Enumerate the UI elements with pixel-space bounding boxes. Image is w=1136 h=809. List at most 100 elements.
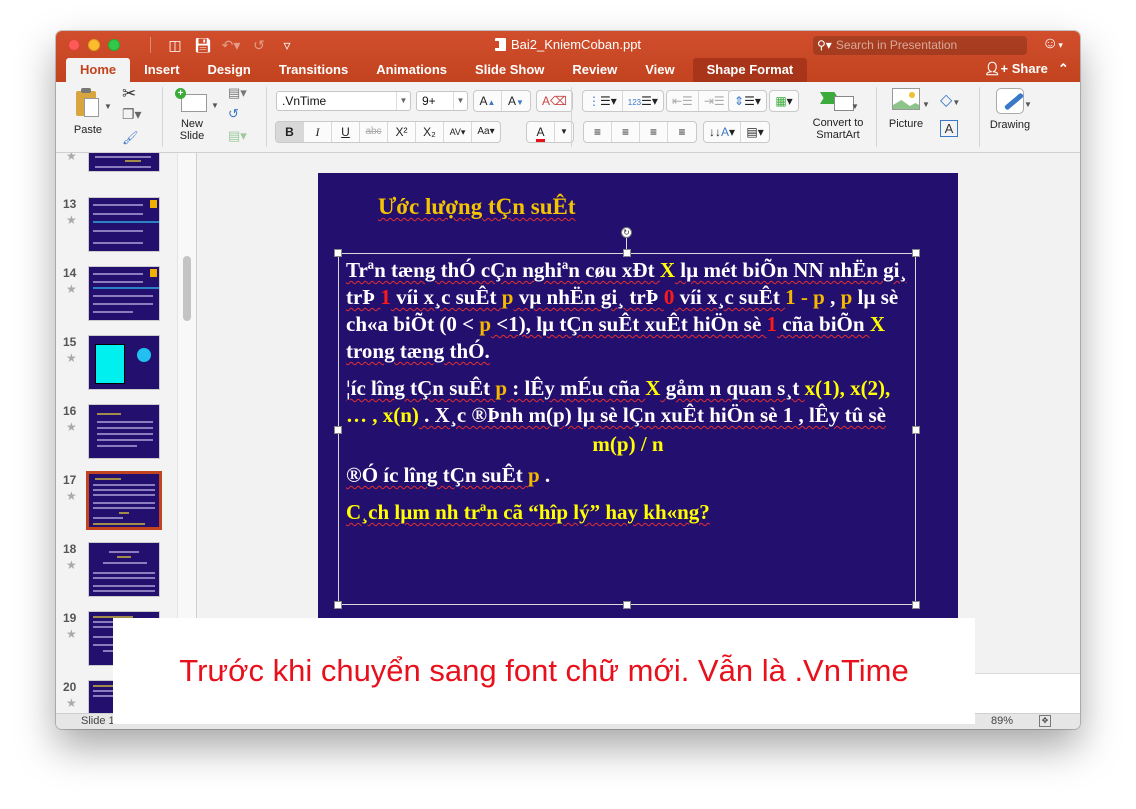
maximize-window-button[interactable] xyxy=(108,39,120,51)
drawing-button[interactable]: Drawing xyxy=(985,88,1035,131)
font-name-select[interactable]: .VnTime ▼ xyxy=(276,91,411,111)
toggle-sidebar-icon[interactable]: ◫ xyxy=(163,36,187,54)
feedback-smiley-icon[interactable]: ☺▾ xyxy=(1042,35,1063,53)
slide-thumbnail-15[interactable]: 15 ★ xyxy=(56,335,177,395)
text-run: ¦íc l­îng tÇn suÊt xyxy=(346,376,496,400)
decrease-font-size-button[interactable]: A▼ xyxy=(502,91,530,111)
close-window-button[interactable] xyxy=(68,39,80,51)
tab-review[interactable]: Review xyxy=(558,58,631,82)
character-spacing-label: AV xyxy=(449,127,461,137)
font-size-select[interactable]: 9+ ▼ xyxy=(416,91,468,111)
text-direction-button[interactable]: ↓↓A▾ xyxy=(704,122,742,142)
slide-thumbnail-13[interactable]: 13 ★ xyxy=(56,197,177,257)
line-spacing-button[interactable]: ⇕☰▾ xyxy=(729,91,766,111)
increase-indent-button[interactable]: ⇥☰ xyxy=(699,91,730,111)
resize-handle[interactable] xyxy=(912,601,920,609)
text-box-icon[interactable]: A xyxy=(940,120,958,137)
increase-font-size-button[interactable]: A▲ xyxy=(474,91,502,111)
new-slide-arrow[interactable]: ▼ xyxy=(211,101,219,110)
tab-slide-show[interactable]: Slide Show xyxy=(461,58,558,82)
minimize-window-button[interactable] xyxy=(88,39,100,51)
font-color-group: A ▼ xyxy=(526,121,574,143)
slide-body-text[interactable]: Trªn tæng thÓ cÇn nghiªn cøu xÐt X lµ mé… xyxy=(346,257,910,536)
smartart-arrow[interactable]: ▼ xyxy=(851,102,859,111)
list-buttons: ⋮☰▾ 123☰▾ xyxy=(582,90,664,112)
tab-transitions[interactable]: Transitions xyxy=(265,58,362,82)
paragraph-conclusion: ®Ó ­íc l­îng tÇn suÊt p . xyxy=(346,462,910,489)
search-presentation-input[interactable]: ⚲▾ Search in Presentation xyxy=(813,36,1027,55)
clear-formatting-button[interactable]: A⌫ xyxy=(537,91,572,111)
resize-handle[interactable] xyxy=(912,426,920,434)
resize-handle[interactable] xyxy=(334,601,342,609)
tab-home[interactable]: Home xyxy=(66,58,131,82)
convert-to-smartart-button[interactable]: Convert to SmartArt xyxy=(804,88,872,141)
shapes-icon[interactable]: ◇▼ xyxy=(940,90,960,110)
tab-view[interactable]: View xyxy=(631,58,688,82)
save-icon[interactable]: 💾︎ xyxy=(191,36,215,54)
rotate-handle-icon[interactable]: ↻ xyxy=(621,227,632,238)
share-button[interactable]: 👤︎+ Share ⌃ xyxy=(984,61,1069,77)
justify-button[interactable]: ≡ xyxy=(668,122,696,142)
slide-thumbnail-17[interactable]: 17 ★ xyxy=(56,471,177,533)
superscript-button[interactable]: X² xyxy=(388,122,416,142)
character-spacing-button[interactable]: AV▾ xyxy=(444,122,472,142)
new-slide-button[interactable]: + New Slide xyxy=(170,88,214,142)
current-slide[interactable]: Ước lượng tÇn suÊt ↻ Trªn tæng thÓ cÇn n… xyxy=(318,173,958,633)
tab-animations[interactable]: Animations xyxy=(362,58,461,82)
ppt-file-icon xyxy=(491,38,506,51)
customize-toolbar-icon[interactable]: ▿ xyxy=(275,36,299,54)
subscript-button[interactable]: X₂ xyxy=(416,122,444,142)
ribbon: Paste ▼ ✂ ❐▾ 🖌︎ + New Slide ▼ ▤▾ ↺ ▤▾ .V… xyxy=(56,82,1080,153)
strikethrough-button[interactable]: abc xyxy=(360,122,388,142)
share-label: Share xyxy=(1011,61,1048,76)
slide-thumbnail-18[interactable]: 18 ★ xyxy=(56,542,177,602)
change-case-button[interactable]: Aa▾ xyxy=(472,122,500,142)
scrollbar-thumb[interactable] xyxy=(183,256,191,321)
decrease-indent-button[interactable]: ⇤☰ xyxy=(667,91,699,111)
cut-icon[interactable]: ✂ xyxy=(122,84,136,104)
tab-insert[interactable]: Insert xyxy=(130,58,193,82)
copy-icon[interactable]: ❐▾ xyxy=(122,106,142,123)
layout-icon[interactable]: ▤▾ xyxy=(228,85,247,101)
undo-icon[interactable]: ↶▾ xyxy=(219,36,243,54)
format-painter-icon[interactable]: 🖌︎ xyxy=(122,130,139,146)
align-text-button[interactable]: ▤▾ xyxy=(741,122,769,142)
resize-handle[interactable] xyxy=(334,249,342,257)
slide-title[interactable]: Ước lượng tÇn suÊt xyxy=(378,194,576,220)
text-run: X xyxy=(659,258,676,282)
picture-arrow[interactable]: ▼ xyxy=(922,100,930,109)
align-right-button[interactable]: ≡ xyxy=(640,122,668,142)
picture-button[interactable]: Picture xyxy=(882,88,930,130)
resize-handle[interactable] xyxy=(912,249,920,257)
align-center-button[interactable]: ≡ xyxy=(612,122,640,142)
redo-icon[interactable]: ↺ xyxy=(247,36,271,54)
tab-design[interactable]: Design xyxy=(194,58,265,82)
section-icon[interactable]: ▤▾ xyxy=(228,128,247,144)
align-left-button[interactable]: ≡ xyxy=(584,122,612,142)
drawing-arrow[interactable]: ▼ xyxy=(1024,100,1032,109)
slide-thumbnail-16[interactable]: 16 ★ xyxy=(56,404,177,464)
slide-thumbnail-image xyxy=(88,153,160,172)
zoom-level[interactable]: 89% xyxy=(991,714,1013,729)
font-size-buttons: A▲ A▼ xyxy=(473,90,531,112)
resize-handle[interactable] xyxy=(623,601,631,609)
numbering-button[interactable]: 123☰▾ xyxy=(623,91,663,111)
resize-handle[interactable] xyxy=(623,249,631,257)
font-color-button[interactable]: A xyxy=(527,122,555,142)
bullets-button[interactable]: ⋮☰▾ xyxy=(583,91,623,111)
columns-button[interactable]: ▦▾ xyxy=(770,91,798,111)
underline-button[interactable]: U xyxy=(332,122,360,142)
fit-to-window-icon[interactable]: ✥ xyxy=(1039,715,1051,727)
slide-thumbnail-14[interactable]: 14 ★ xyxy=(56,266,177,326)
collapse-ribbon-icon[interactable]: ⌃ xyxy=(1058,61,1069,76)
tab-shape-format[interactable]: Shape Format xyxy=(692,58,808,82)
bold-button[interactable]: B xyxy=(276,122,304,142)
ribbon-divider xyxy=(876,87,877,147)
ribbon-divider xyxy=(571,87,572,147)
reset-slide-icon[interactable]: ↺ xyxy=(228,106,239,122)
slide-number: 17 xyxy=(63,473,77,487)
paste-button[interactable]: Paste xyxy=(66,88,110,136)
resize-handle[interactable] xyxy=(334,426,342,434)
italic-button[interactable]: I xyxy=(304,122,332,142)
paste-options-arrow[interactable]: ▼ xyxy=(104,102,112,111)
